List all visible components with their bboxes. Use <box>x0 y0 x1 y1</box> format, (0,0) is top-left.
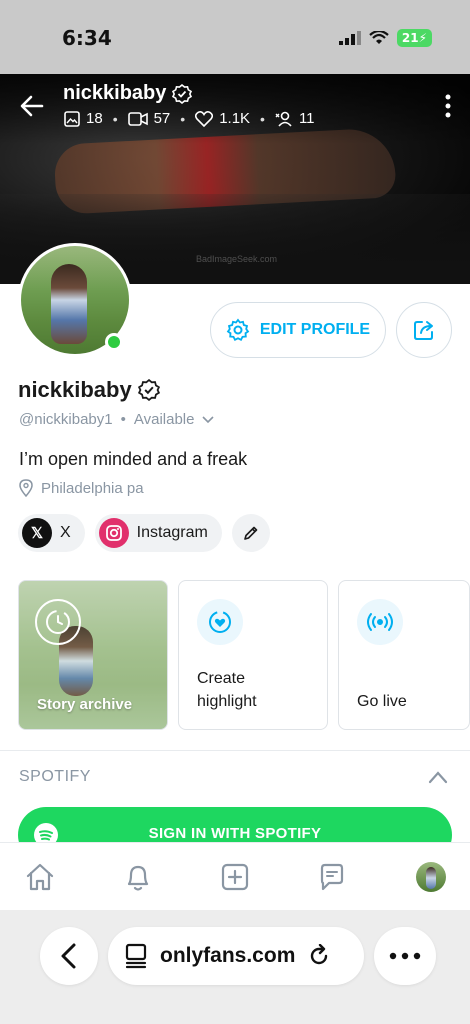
messages-icon <box>320 863 344 891</box>
profile-name: nickkibaby <box>18 377 132 402</box>
reload-icon[interactable] <box>307 944 331 968</box>
social-label-x: X <box>60 524 71 541</box>
browser-back-button[interactable] <box>40 927 98 985</box>
clock-icon <box>35 599 81 645</box>
likes-count: 1.1K <box>219 110 251 127</box>
video-icon <box>127 111 148 126</box>
edit-social-button[interactable] <box>231 514 270 552</box>
create-highlight-line2: highlight <box>197 693 257 710</box>
fans-count: 11 <box>298 110 315 127</box>
go-live-card[interactable]: Go live <box>338 580 470 730</box>
social-link-x[interactable]: 𝕏 X <box>18 514 85 552</box>
browser-url-text: onlyfans.com <box>160 944 296 967</box>
chevron-left-icon <box>61 943 76 969</box>
battery-icon: 21⚡ <box>396 29 432 47</box>
status-bar: 6:34 21⚡ <box>0 0 470 74</box>
spotify-button-label: SIGN IN WITH SPOTIFY <box>148 825 322 842</box>
browser-more-button[interactable] <box>374 927 436 985</box>
more-vertical-icon[interactable] <box>444 94 452 118</box>
online-indicator <box>105 333 123 351</box>
social-label-instagram: Instagram <box>136 524 208 541</box>
instagram-icon <box>98 518 129 548</box>
browser-toolbar: onlyfans.com <box>0 910 470 1024</box>
create-highlight-line1: Create <box>197 670 246 687</box>
gear-icon <box>226 318 250 342</box>
image-icon <box>64 110 80 127</box>
status-time: 6:34 <box>62 26 112 50</box>
bell-icon <box>127 865 149 891</box>
broadcast-icon <box>357 599 403 645</box>
photos-count: 18 <box>86 110 103 127</box>
cover-username: nickkibaby <box>63 82 167 104</box>
pencil-icon <box>244 526 258 540</box>
browser-url-bar[interactable]: onlyfans.com <box>108 927 364 985</box>
spotify-section-title: SPOTIFY <box>19 768 91 785</box>
wifi-icon <box>369 31 389 44</box>
availability-dropdown[interactable]: Available <box>134 411 215 428</box>
edit-profile-label: EDIT PROFILE <box>259 321 371 338</box>
chevron-up-icon[interactable] <box>428 770 448 784</box>
share-icon <box>414 321 433 340</box>
home-icon <box>26 863 54 891</box>
x-logo-icon: 𝕏 <box>22 518 52 548</box>
edit-profile-button[interactable]: EDIT PROFILE <box>210 302 386 358</box>
back-arrow-icon[interactable] <box>18 92 46 120</box>
cover-stats: 18 • 57 • 1.1K • 11 <box>64 110 315 127</box>
create-highlight-card[interactable]: Create highlight <box>178 580 328 730</box>
location-pin-icon <box>19 479 33 497</box>
chevron-down-icon <box>202 415 215 423</box>
more-horizontal-icon <box>389 952 421 960</box>
highlights-row: Story archive Create highlight Go live <box>18 580 470 730</box>
story-archive-card[interactable]: Story archive <box>18 580 168 730</box>
watermark: BadImageSeek.com <box>196 254 278 264</box>
share-button[interactable] <box>396 302 452 358</box>
battery-level: 21 <box>401 31 419 45</box>
heart-icon <box>195 110 214 127</box>
app-root: 6:34 21⚡ BadImageSeek.com nickkibaby 18 … <box>0 0 470 1024</box>
social-link-instagram[interactable]: Instagram <box>94 514 222 552</box>
person-icon <box>275 111 292 127</box>
tab-layout-icon <box>125 943 147 969</box>
nav-add-post[interactable] <box>217 859 253 895</box>
heart-plus-icon <box>197 599 243 645</box>
videos-count: 57 <box>153 110 171 127</box>
signal-icon <box>338 31 361 45</box>
availability-label: Available <box>133 411 195 428</box>
verified-badge-icon <box>172 83 193 104</box>
profile-handle: @nickkibaby1 <box>19 411 113 428</box>
profile-location: Philadelphia pa <box>41 479 144 497</box>
nav-home[interactable] <box>22 859 58 895</box>
verified-badge-icon <box>137 379 160 401</box>
section-divider <box>0 750 470 751</box>
profile-bio: I’m open minded and a freak <box>19 449 248 469</box>
nav-notifications[interactable] <box>120 859 156 895</box>
go-live-label: Go live <box>357 693 407 710</box>
nav-messages[interactable] <box>314 859 350 895</box>
story-archive-label: Story archive <box>37 696 133 713</box>
profile-avatar[interactable] <box>416 862 446 892</box>
add-post-icon <box>221 863 249 891</box>
bottom-nav <box>0 842 470 910</box>
